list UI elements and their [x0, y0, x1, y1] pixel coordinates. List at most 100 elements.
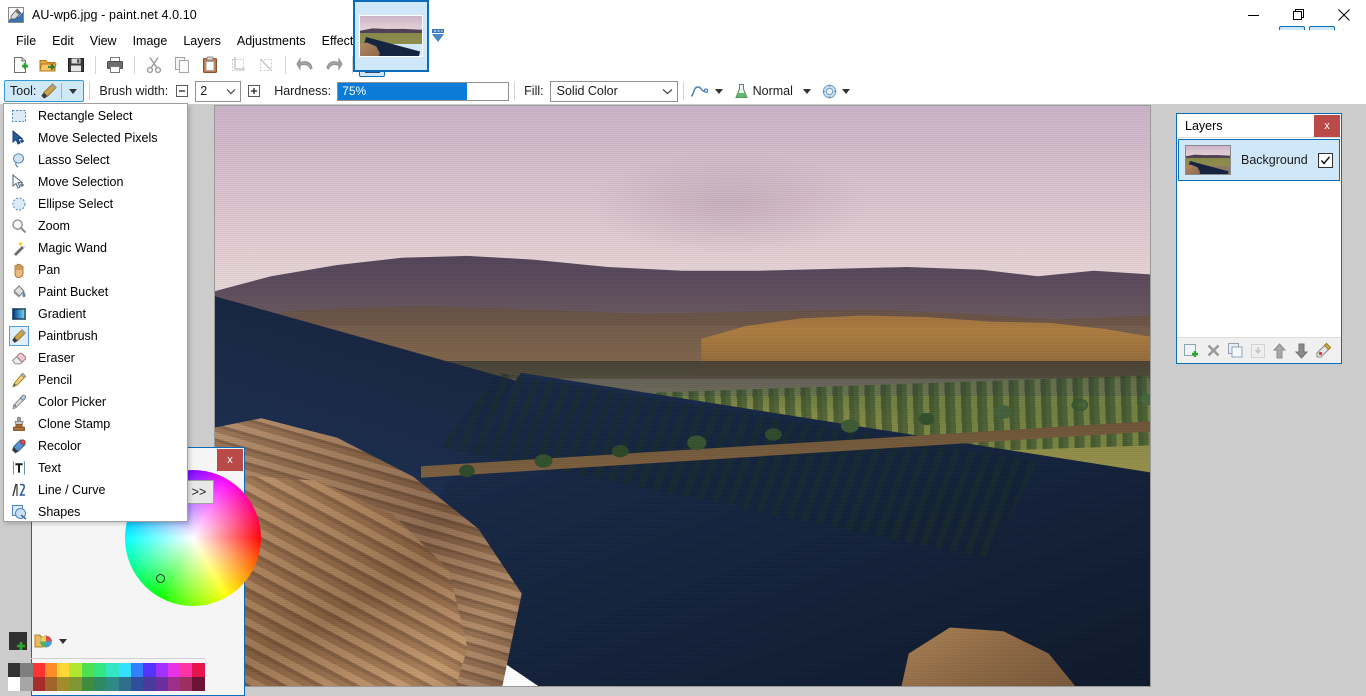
palette-swatch[interactable]: [180, 677, 193, 691]
tool-menu-item-clone-stamp[interactable]: Clone Stamp: [4, 413, 187, 435]
tool-menu-item-line-curve[interactable]: Line / Curve: [4, 479, 187, 501]
tool-menu-item-gradient[interactable]: Gradient: [4, 303, 187, 325]
palette-swatch[interactable]: [192, 677, 205, 691]
colors-panel-close-button[interactable]: x: [217, 449, 243, 471]
add-color-swatch-icon[interactable]: [9, 632, 27, 650]
add-layer-icon[interactable]: [1183, 342, 1200, 359]
palette-swatch[interactable]: [8, 663, 21, 677]
menu-view[interactable]: View: [82, 30, 125, 52]
palette-swatch[interactable]: [32, 677, 45, 691]
cut-icon[interactable]: [141, 53, 167, 77]
chevron-down-icon[interactable]: [69, 88, 78, 94]
brush-width-decrease-button[interactable]: [174, 83, 190, 99]
tool-menu-item-ellipse-select[interactable]: Ellipse Select: [4, 193, 187, 215]
palette-swatch[interactable]: [143, 677, 156, 691]
deselect-all-icon[interactable]: [253, 53, 279, 77]
palette-swatch[interactable]: [118, 677, 131, 691]
open-icon[interactable]: [35, 53, 61, 77]
tool-menu-item-pencil[interactable]: Pencil: [4, 369, 187, 391]
palette-swatch[interactable]: [69, 663, 82, 677]
palette-swatch[interactable]: [106, 663, 119, 677]
tool-menu-item-move-selected-pixels[interactable]: Move Selected Pixels: [4, 127, 187, 149]
antialiasing-curve-icon[interactable]: [689, 83, 711, 99]
layers-panel-close-button[interactable]: x: [1314, 114, 1340, 137]
layer-visibility-checkbox[interactable]: [1318, 152, 1333, 168]
palette-swatch[interactable]: [155, 663, 168, 677]
tool-menu-item-paintbrush[interactable]: Paintbrush: [4, 325, 187, 347]
save-icon[interactable]: [63, 53, 89, 77]
layer-properties-icon[interactable]: [1315, 342, 1332, 359]
document-thumbnail-tab[interactable]: [353, 0, 429, 72]
merge-layer-down-icon[interactable]: [1249, 342, 1266, 359]
print-icon[interactable]: [102, 53, 128, 77]
palette-swatch[interactable]: [118, 663, 131, 677]
tool-menu-item-eraser[interactable]: Eraser: [4, 347, 187, 369]
thumbnail-dropdown-caret[interactable]: [431, 28, 445, 44]
palette-swatch[interactable]: [44, 677, 58, 691]
palette-swatch[interactable]: [180, 663, 193, 677]
color-palette-grid[interactable]: [8, 663, 205, 691]
chevron-down-icon[interactable]: [662, 84, 673, 98]
palette-swatch[interactable]: [130, 663, 144, 677]
tool-menu-item-text[interactable]: Text: [4, 457, 187, 479]
brush-width-increase-button[interactable]: [246, 83, 262, 99]
menu-edit[interactable]: Edit: [44, 30, 82, 52]
paste-icon[interactable]: [197, 53, 223, 77]
palette-swatch[interactable]: [81, 663, 95, 677]
palette-swatch[interactable]: [167, 677, 181, 691]
move-layer-up-icon[interactable]: [1271, 342, 1288, 359]
copy-icon[interactable]: [169, 53, 195, 77]
tool-menu-item-pan[interactable]: Pan: [4, 259, 187, 281]
move-layer-down-icon[interactable]: [1293, 342, 1310, 359]
tool-menu-item-lasso-select[interactable]: Lasso Select: [4, 149, 187, 171]
fill-select[interactable]: Solid Color: [549, 80, 678, 102]
hardness-slider[interactable]: 75%: [337, 81, 510, 101]
tool-selector[interactable]: Tool:: [4, 80, 85, 102]
palette-swatch[interactable]: [94, 677, 107, 691]
palette-swatch[interactable]: [167, 663, 181, 677]
menu-file[interactable]: File: [8, 30, 44, 52]
antialiasing-chevron-down-icon[interactable]: [714, 88, 723, 94]
tool-menu-item-move-selection[interactable]: Move Selection: [4, 171, 187, 193]
blend-mode-chevron-down-icon[interactable]: [802, 88, 811, 94]
palette-swatch[interactable]: [192, 663, 205, 677]
palette-swatch[interactable]: [155, 677, 168, 691]
palette-swatch[interactable]: [94, 663, 107, 677]
palette-swatch[interactable]: [44, 663, 58, 677]
undo-icon[interactable]: [292, 53, 318, 77]
alpha-blending-chevron-down-icon[interactable]: [841, 88, 850, 94]
palette-swatch[interactable]: [57, 663, 70, 677]
chevron-down-icon[interactable]: [226, 84, 236, 98]
menu-layers[interactable]: Layers: [175, 30, 229, 52]
delete-layer-icon[interactable]: [1205, 342, 1222, 359]
palette-swatch[interactable]: [130, 677, 144, 691]
table-row[interactable]: Background: [1178, 139, 1340, 181]
layers-list[interactable]: Background: [1177, 138, 1341, 337]
palette-swatch[interactable]: [106, 677, 119, 691]
palette-swatch[interactable]: [69, 677, 82, 691]
tool-menu-item-color-picker[interactable]: Color Picker: [4, 391, 187, 413]
palette-swatch[interactable]: [20, 677, 33, 691]
alpha-blending-icon[interactable]: [821, 83, 838, 100]
palette-swatch[interactable]: [81, 677, 95, 691]
tool-menu-item-recolor[interactable]: Recolor: [4, 435, 187, 457]
image-canvas[interactable]: [215, 106, 1150, 686]
new-icon[interactable]: [7, 53, 33, 77]
crop-to-selection-icon[interactable]: [225, 53, 251, 77]
duplicate-layer-icon[interactable]: [1227, 342, 1244, 359]
brush-width-input[interactable]: 2: [195, 80, 242, 102]
palette-swatch[interactable]: [32, 663, 45, 677]
palette-swatch[interactable]: [8, 677, 21, 691]
palette-swatch[interactable]: [57, 677, 70, 691]
tool-menu-item-paint-bucket[interactable]: Paint Bucket: [4, 281, 187, 303]
tool-menu-item-magic-wand[interactable]: Magic Wand: [4, 237, 187, 259]
palette-swatch[interactable]: [143, 663, 156, 677]
tool-menu-item-rectangle-select[interactable]: Rectangle Select: [4, 105, 187, 127]
menu-adjustments[interactable]: Adjustments: [229, 30, 314, 52]
open-palette-icon[interactable]: [34, 632, 52, 650]
tool-menu-item-shapes[interactable]: Shapes: [4, 501, 187, 523]
palette-swatch[interactable]: [20, 663, 33, 677]
tool-dropdown-menu[interactable]: Rectangle Select Move Selected Pixels Lass…: [3, 103, 188, 522]
menu-image[interactable]: Image: [125, 30, 176, 52]
color-wheel-cursor[interactable]: [156, 574, 165, 583]
